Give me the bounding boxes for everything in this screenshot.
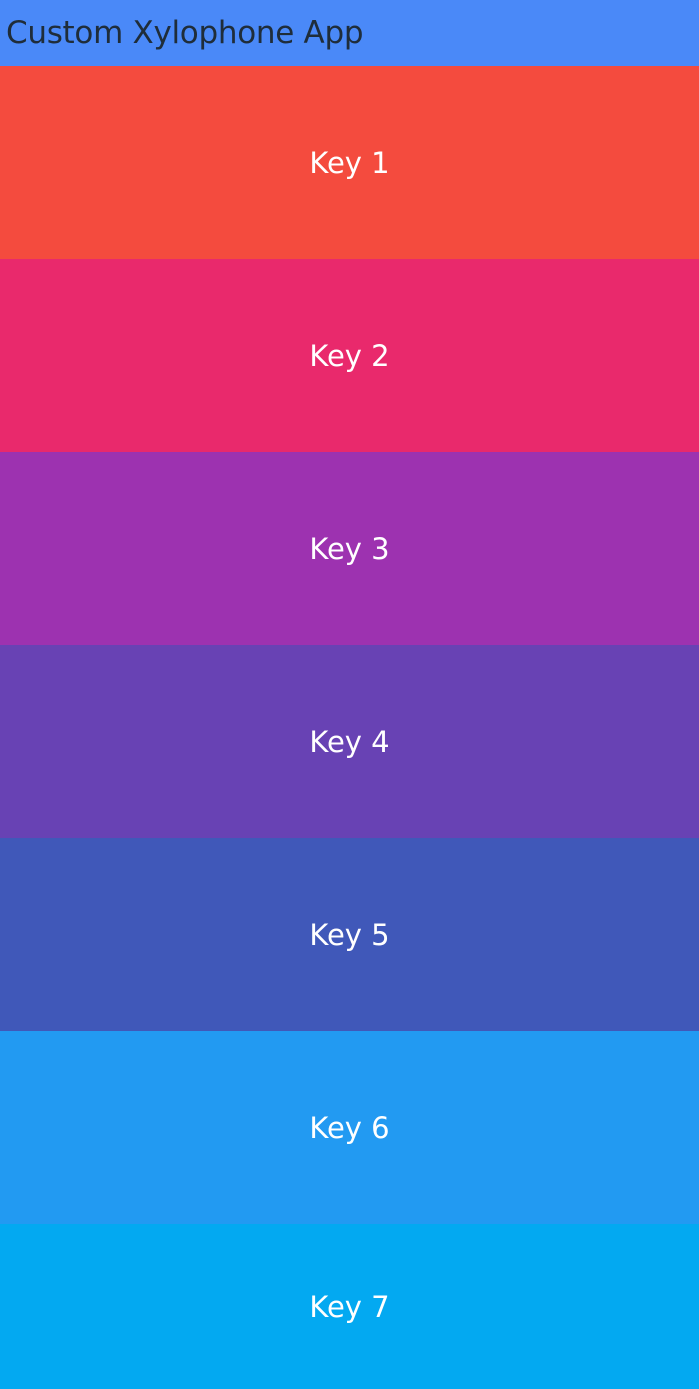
key-2-button[interactable]: Key 2 <box>0 259 699 452</box>
key-5-button[interactable]: Key 5 <box>0 838 699 1031</box>
key-2-label: Key 2 <box>309 338 390 373</box>
key-7-label: Key 7 <box>309 1289 390 1324</box>
key-5-label: Key 5 <box>309 917 390 952</box>
key-6-button[interactable]: Key 6 <box>0 1031 699 1224</box>
key-6-label: Key 6 <box>309 1110 390 1145</box>
app-title: Custom Xylophone App <box>6 15 364 51</box>
key-1-label: Key 1 <box>309 145 390 180</box>
key-7-button[interactable]: Key 7 <box>0 1224 699 1389</box>
key-4-button[interactable]: Key 4 <box>0 645 699 838</box>
key-3-button[interactable]: Key 3 <box>0 452 699 645</box>
key-3-label: Key 3 <box>309 531 390 566</box>
key-4-label: Key 4 <box>309 724 390 759</box>
xylophone-keys: Key 1 Key 2 Key 3 Key 4 Key 5 Key 6 Key … <box>0 66 699 1389</box>
key-1-button[interactable]: Key 1 <box>0 66 699 259</box>
app-bar: Custom Xylophone App <box>0 0 699 66</box>
xylophone-app: Custom Xylophone App Key 1 Key 2 Key 3 K… <box>0 0 699 1389</box>
